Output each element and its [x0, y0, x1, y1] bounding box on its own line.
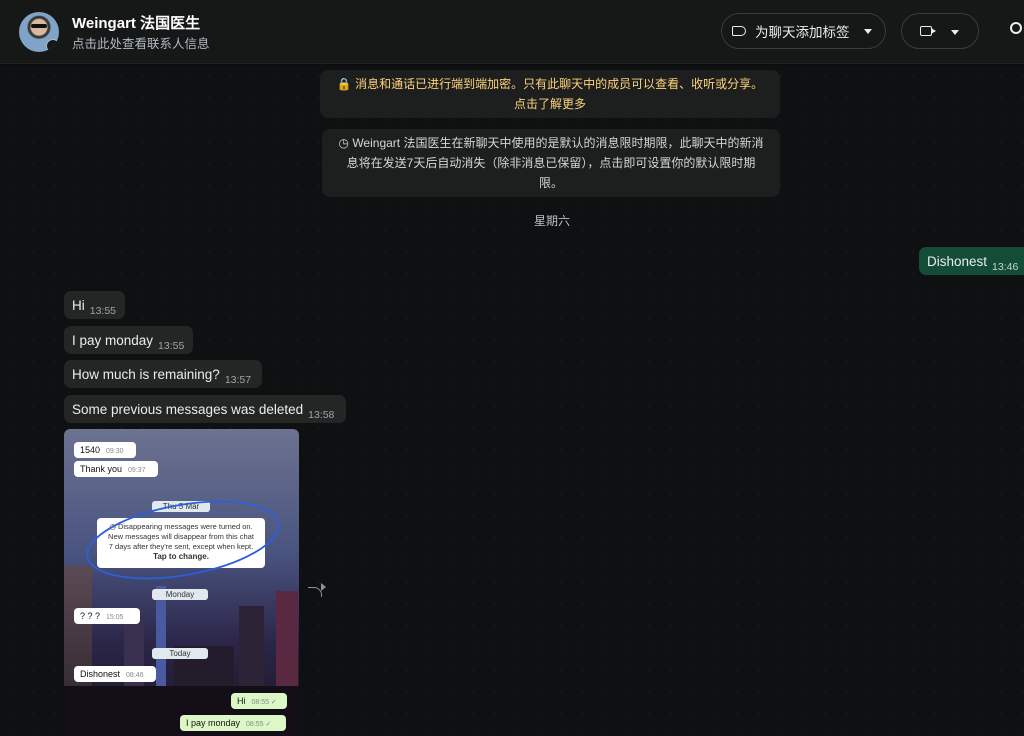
add-label-button[interactable]: 为聊天添加标签 — [721, 13, 886, 49]
photo-message: Hi 08:55 ✓ — [231, 693, 287, 709]
avatar-photo — [31, 24, 47, 28]
date-divider: 星期六 — [533, 214, 570, 228]
photo-message: ? ? ? 15:05 — [74, 608, 140, 624]
chat-header: Weingart 法国医生 点击此处查看联系人信息 为聊天添加标签 — [0, 0, 1024, 64]
photo-message: 1540 09:30 — [74, 442, 136, 458]
message-bubble-incoming[interactable]: How much is remaining? 13:57 — [64, 360, 262, 388]
photo-message-time: 09:30 — [106, 448, 124, 455]
photo-message-text: Thank you — [80, 464, 123, 474]
photo-message-time: 09:37 — [128, 467, 146, 474]
photo-note-tap: Tap to change. — [153, 552, 209, 561]
photo-date-pill: Monday — [152, 589, 208, 600]
timer-icon — [46, 39, 59, 52]
contact-name[interactable]: Weingart 法国医生 — [72, 12, 200, 33]
photo-message-text: I pay monday — [186, 718, 241, 728]
message-text: Hi — [72, 298, 85, 313]
photo-message: Dishonest 08:46 — [74, 666, 156, 682]
photo-message-time: 15:05 — [106, 614, 124, 621]
photo-message-time: 08:46 — [126, 672, 144, 679]
message-bubble-outgoing[interactable]: Dishonest 13:46 — [919, 247, 1024, 275]
photo-message-text: Hi — [237, 696, 246, 706]
photo-message-text: 1540 — [80, 445, 101, 455]
contact-info-hint[interactable]: 点击此处查看联系人信息 — [72, 33, 210, 52]
photo-message: I pay monday 08:55 ✓ — [180, 715, 286, 731]
photo-note-line: New messages will disappear from this ch… — [108, 532, 254, 541]
encryption-notice[interactable]: 🔒 消息和通话已进行端到端加密。只有此聊天中的成员可以查看、收听或分享。点击了解… — [320, 70, 780, 118]
message-pane[interactable]: 🔒 消息和通话已进行端到端加密。只有此聊天中的成员可以查看、收听或分享。点击了解… — [0, 65, 1024, 736]
disappearing-messages-notice[interactable]: ◷ Weingart 法国医生在新聊天中使用的是默认的消息限时期限，此聊天中的新… — [322, 129, 780, 197]
message-text: Some previous messages was deleted — [72, 402, 304, 417]
photo-message: Thank you 09:37 — [74, 461, 158, 477]
message-time: 13:58 — [308, 409, 335, 421]
search-icon[interactable] — [1010, 22, 1022, 34]
video-call-button[interactable] — [901, 13, 979, 49]
message-time: 13:55 — [89, 305, 117, 317]
tag-icon — [732, 26, 746, 36]
add-label-text: 为聊天添加标签 — [755, 25, 850, 40]
message-text: How much is remaining? — [72, 367, 220, 382]
photo-date-pill: Thu 5 Mar — [152, 501, 210, 512]
photo-note-line: 7 days after they're sent, except when k… — [108, 542, 254, 551]
message-bubble-incoming[interactable]: Hi 13:55 — [64, 291, 125, 319]
photo-note-line: ◷ Disappearing messages were turned on. — [109, 522, 253, 531]
chevron-down-icon — [864, 29, 872, 34]
photo-message-text: Dishonest — [80, 669, 121, 679]
message-bubble-incoming[interactable]: I pay monday 13:55 — [64, 326, 193, 354]
contact-avatar[interactable] — [19, 12, 59, 52]
photo-disappearing-note: ◷ Disappearing messages were turned on. … — [97, 518, 265, 568]
photo-message-time: 08:55 ✓ — [251, 699, 277, 706]
message-text: Dishonest — [927, 254, 988, 269]
chevron-down-icon — [951, 30, 959, 35]
video-camera-icon — [920, 26, 932, 36]
message-text: I pay monday — [72, 333, 154, 348]
photo-date-pill: Today — [152, 648, 208, 659]
message-time: 13:46 — [992, 261, 1019, 273]
message-time: 13:57 — [224, 374, 252, 386]
forward-icon[interactable] — [308, 583, 326, 597]
photo-message-text: ? ? ? — [80, 611, 101, 621]
photo-message-time: 08:55 ✓ — [246, 721, 272, 728]
message-time: 13:55 — [158, 340, 185, 352]
message-bubble-incoming[interactable]: Some previous messages was deleted 13:58 — [64, 395, 346, 423]
